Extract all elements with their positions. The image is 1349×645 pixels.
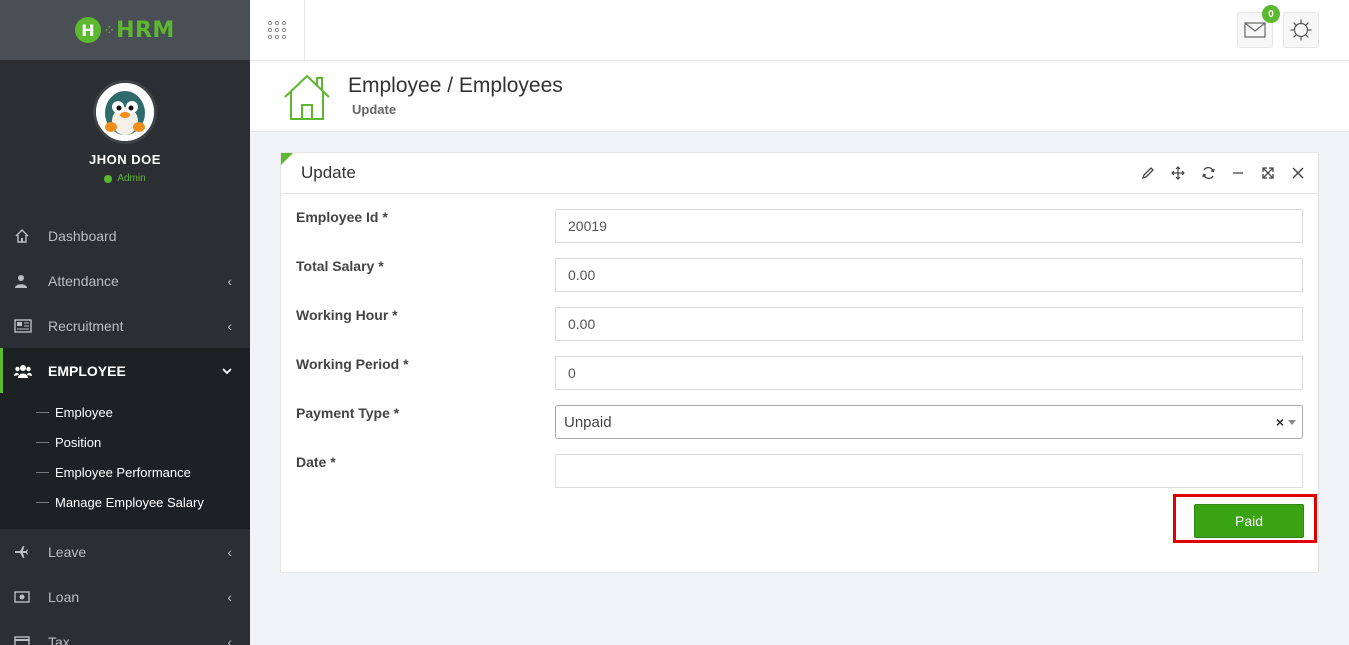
logo-h-mark: H [75, 17, 102, 43]
sidebar-item-loan[interactable]: Loan ‹ [0, 574, 250, 619]
chevron-down-icon [222, 363, 232, 379]
plane-icon [14, 545, 36, 559]
sidebar-item-leave[interactable]: Leave ‹ [0, 529, 250, 574]
user-icon [14, 274, 36, 288]
expand-icon[interactable] [1258, 163, 1278, 183]
sidebar: H ⁘ HRM JHON DOE Admin Dashboard Attenda… [0, 0, 250, 645]
sidebar-item-label: Attendance [48, 272, 119, 289]
form-row-payment-type: Payment Type * Unpaid × [296, 405, 1303, 439]
panel-tools [1138, 163, 1308, 183]
home-icon [14, 228, 36, 244]
form-row-working-period: Working Period * [296, 356, 1303, 390]
profile-role-label: Admin [117, 173, 146, 184]
edit-icon[interactable] [1138, 163, 1158, 183]
page-title: Employee / Employees [348, 74, 563, 97]
date-input[interactable] [555, 454, 1303, 488]
form-row-total-salary: Total Salary * [296, 258, 1303, 292]
envelope-icon [1244, 22, 1266, 38]
logo-dots: ⁘ [105, 24, 115, 36]
sidebar-item-label: Tax [48, 633, 70, 645]
gear-icon [1290, 19, 1312, 41]
chevron-left-icon: ‹ [227, 633, 232, 645]
form-row-date: Date * [296, 454, 1303, 488]
payment-type-select[interactable]: Unpaid × [555, 405, 1303, 439]
profile-name: JHON DOE [89, 152, 161, 167]
newspaper-icon [14, 318, 36, 333]
apps-grid-button[interactable] [250, 0, 305, 60]
sidebar-item-label: Loan [48, 588, 80, 605]
refresh-icon[interactable] [1198, 163, 1218, 183]
submenu-item-employee[interactable]: Employee [0, 397, 250, 427]
money-icon [14, 590, 36, 603]
working-period-input[interactable] [555, 356, 1303, 390]
sidebar-item-label: EMPLOYEE [48, 362, 126, 379]
home-icon [283, 73, 331, 126]
date-label: Date * [296, 454, 336, 470]
payment-type-selected-value: Unpaid [564, 413, 612, 431]
dropdown-arrow-icon[interactable] [1288, 420, 1296, 425]
panel-title: Update [301, 163, 356, 182]
working-period-label: Working Period * [296, 356, 409, 372]
submenu-item-position[interactable]: Position [0, 427, 250, 457]
working-hour-label: Working Hour * [296, 307, 398, 323]
page-subtitle: Update [352, 102, 397, 117]
message-count-badge: 0 [1262, 5, 1280, 23]
total-salary-input[interactable] [555, 258, 1303, 292]
sidebar-item-recruitment[interactable]: Recruitment ‹ [0, 303, 250, 348]
sidebar-menu: Dashboard Attendance ‹ Recruitment ‹ EMP… [0, 213, 250, 645]
messages-button[interactable]: 0 [1237, 5, 1280, 48]
sidebar-item-tax[interactable]: Tax ‹ [0, 619, 250, 645]
form-row-employee-id: Employee Id * [296, 209, 1303, 243]
submenu-item-employee-performance[interactable]: Employee Performance [0, 457, 250, 487]
app-logo[interactable]: H ⁘ HRM [75, 17, 175, 43]
chevron-left-icon: ‹ [227, 588, 232, 605]
profile-role: Admin [0, 173, 250, 184]
sidebar-item-label: Leave [48, 543, 87, 560]
chevron-left-icon: ‹ [227, 543, 232, 560]
sidebar-item-employee[interactable]: EMPLOYEE [0, 348, 250, 393]
logo-text: HRM [116, 17, 175, 43]
users-icon [14, 364, 36, 378]
user-profile: JHON DOE Admin [0, 60, 250, 210]
employee-id-label: Employee Id * [296, 209, 388, 225]
online-status-dot [104, 174, 113, 183]
employee-id-input[interactable] [555, 209, 1303, 243]
sidebar-item-label: Dashboard [48, 227, 117, 244]
apps-grid-icon [267, 20, 287, 40]
card-icon [14, 635, 36, 645]
paid-button-highlight: Paid [1173, 494, 1317, 543]
update-panel: Update Employee Id * Tota [280, 152, 1319, 573]
panel-header: Update [281, 153, 1318, 194]
total-salary-label: Total Salary * [296, 258, 384, 274]
minimize-icon[interactable] [1228, 163, 1248, 183]
avatar[interactable] [93, 80, 157, 144]
payment-type-label: Payment Type * [296, 405, 400, 421]
logo-bar: H ⁘ HRM [0, 0, 250, 60]
submenu-item-manage-employee-salary[interactable]: Manage Employee Salary [0, 487, 250, 517]
select-clear-icon[interactable]: × [1276, 414, 1284, 430]
top-header: 0 [250, 0, 1349, 61]
sidebar-item-attendance[interactable]: Attendance ‹ [0, 258, 250, 303]
settings-button[interactable] [1283, 12, 1319, 48]
sidebar-item-dashboard[interactable]: Dashboard [0, 213, 250, 258]
chevron-left-icon: ‹ [227, 272, 232, 289]
employee-submenu: Employee Position Employee Performance M… [0, 393, 250, 529]
paid-button[interactable]: Paid [1194, 504, 1304, 538]
close-icon[interactable] [1288, 163, 1308, 183]
working-hour-input[interactable] [555, 307, 1303, 341]
page-header: Employee / Employees Update [250, 61, 1349, 132]
form-row-working-hour: Working Hour * [296, 307, 1303, 341]
sidebar-item-label: Recruitment [48, 317, 124, 334]
move-icon[interactable] [1168, 163, 1188, 183]
chevron-left-icon: ‹ [227, 317, 232, 334]
